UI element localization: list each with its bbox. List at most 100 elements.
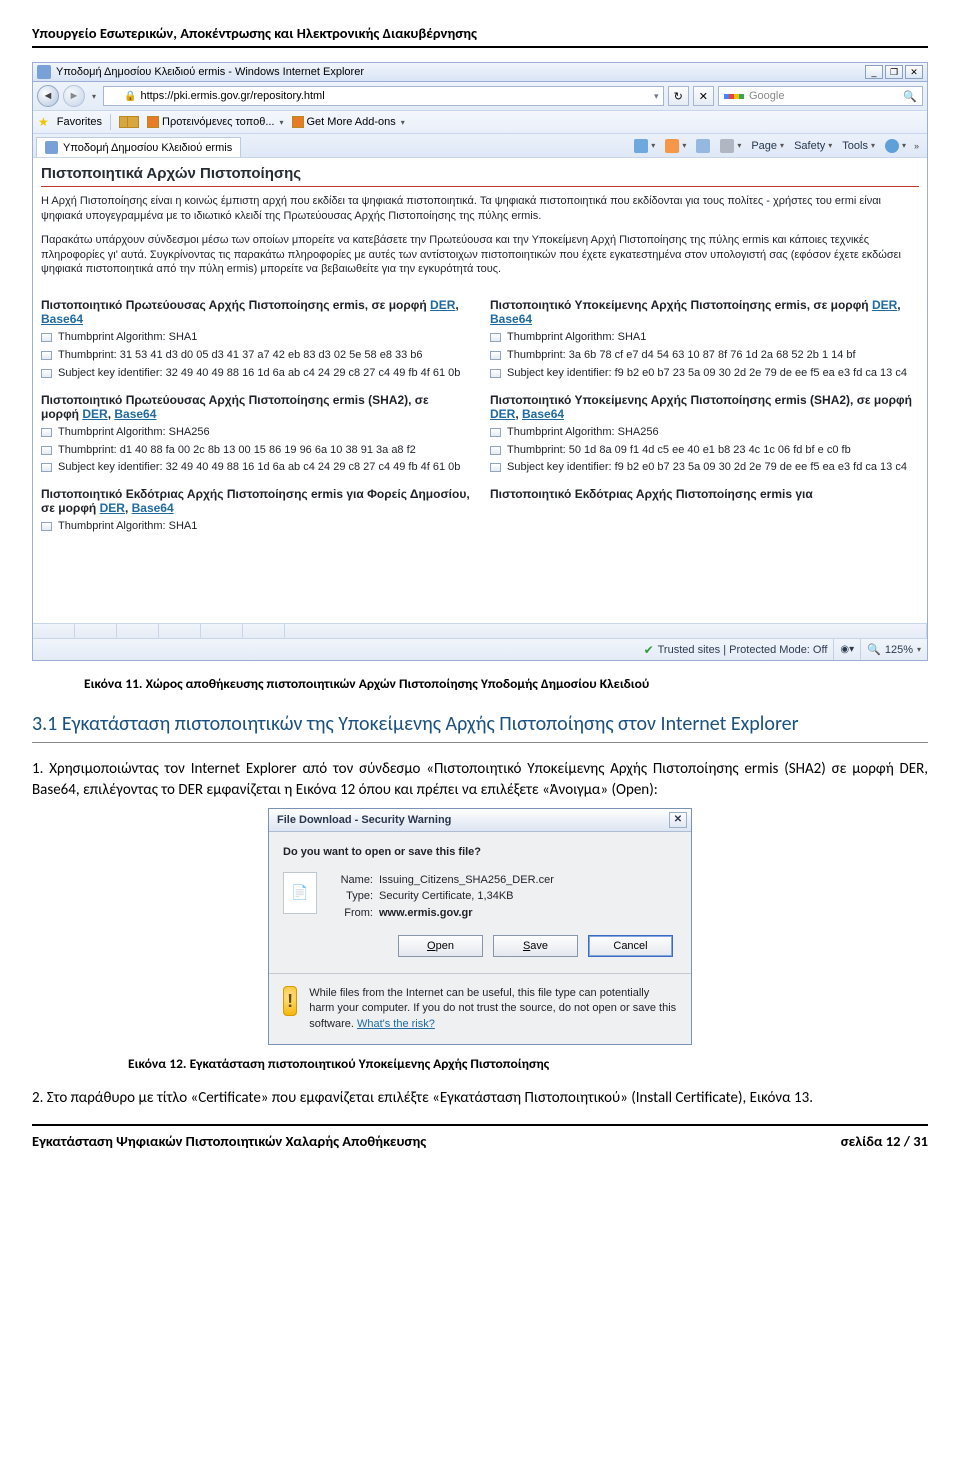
cert-detail-line: Thumbprint Algorithm: SHA1 (41, 330, 470, 345)
stop-button[interactable]: ✕ (693, 86, 714, 106)
cancel-button[interactable]: Cancel (588, 935, 673, 957)
favorites-overflow[interactable] (119, 116, 139, 128)
cert-format-link[interactable]: DER (430, 298, 455, 312)
feed-icon (665, 139, 679, 153)
body-paragraph-1: 1. Χρησιμοποιώντας τον Internet Explorer… (32, 759, 928, 802)
minimize-button[interactable]: _ (865, 65, 883, 79)
window-title: Υποδομή Δημοσίου Κλειδιού ermis - Window… (56, 66, 364, 78)
bullet-icon (490, 333, 501, 342)
print-button[interactable]: ▾ (716, 137, 745, 155)
footer-left: Εγκατάσταση Ψηφιακών Πιστοποιητικών Χαλα… (32, 1132, 426, 1150)
open-button[interactable]: Open (398, 935, 483, 957)
tab-label: Υποδομή Δημοσίου Κλειδιού ermis (63, 142, 232, 154)
command-bar: ▾ ▾ ▾ Page▾ Safety▾ Tools▾ ▾ » (630, 137, 927, 155)
cert-format-link[interactable]: DER (872, 298, 897, 312)
cert-format-link[interactable]: Base64 (132, 501, 174, 515)
nav-history-dropdown[interactable]: ▾ (89, 86, 99, 106)
bullet-icon (41, 333, 52, 342)
separator (110, 114, 111, 130)
dialog-close-button[interactable]: ✕ (669, 812, 687, 828)
search-box[interactable]: Google 🔍 (718, 86, 923, 106)
bullet-icon (41, 463, 52, 472)
encoding-button[interactable]: ◉▾ (833, 639, 854, 660)
print-icon (720, 139, 734, 153)
status-security: Trusted sites | Protected Mode: Off (658, 644, 828, 656)
google-icon (724, 94, 744, 99)
search-placeholder: Google (749, 90, 898, 102)
feeds-button[interactable]: ▾ (661, 137, 690, 155)
cert-format-link[interactable]: Base64 (490, 312, 532, 326)
dialog-question: Do you want to open or save this file? (283, 846, 677, 858)
dialog-title: File Download - Security Warning (277, 814, 451, 826)
page-content: Πιστοποιητικά Αρχών Πιστοποίησης Η Αρχή … (33, 158, 927, 623)
save-button[interactable]: Save (493, 935, 578, 957)
cert-format-link[interactable]: DER (490, 407, 515, 421)
cert-format-link[interactable]: Base64 (522, 407, 564, 421)
bullet-icon (490, 351, 501, 360)
bullet-icon (41, 446, 52, 455)
figure-caption-11: Εικόνα 11. Χώρος αποθήκευσης πιστοποιητι… (84, 675, 928, 692)
cert-detail-line: Subject key identifier: f9 b2 e0 b7 23 5… (490, 366, 919, 381)
site-icon (108, 90, 120, 102)
cert-detail-line: Thumbprint Algorithm: SHA256 (41, 425, 470, 440)
bullet-icon (41, 351, 52, 360)
home-button[interactable]: ▾ (630, 137, 659, 155)
cert-format-link[interactable]: Base64 (41, 312, 83, 326)
back-button[interactable]: ◄ (37, 85, 59, 107)
favorites-label[interactable]: Favorites (57, 116, 102, 128)
forward-button[interactable]: ► (63, 85, 85, 107)
whats-the-risk-link[interactable]: What's the risk? (357, 1018, 435, 1030)
close-button[interactable]: ✕ (905, 65, 923, 79)
safety-menu[interactable]: Safety▾ (790, 138, 836, 154)
favorites-item-suggested[interactable]: Προτεινόμενες τοποθ... ▾ (147, 116, 283, 128)
address-bar[interactable]: 🔒 https://pki.ermis.gov.gr/repository.ht… (103, 86, 664, 106)
chevron-down-icon: ▾ (279, 118, 283, 127)
shield-icon: ✔ (644, 643, 654, 657)
refresh-button[interactable]: ↻ (668, 86, 689, 106)
help-button[interactable]: ▾ (881, 137, 910, 155)
cert-block-title: Πιστοποιητικό Πρωτεύουσας Αρχής Πιστοποί… (41, 298, 470, 326)
mail-icon (696, 139, 710, 153)
favorites-star-icon[interactable]: ★ (38, 115, 49, 129)
zoom-button[interactable]: 🔍 125% ▾ (860, 639, 921, 660)
tab-active[interactable]: Υποδομή Δημοσίου Κλειδιού ermis (36, 137, 241, 157)
favorites-item-addons[interactable]: Get More Add-ons ▾ (292, 116, 405, 128)
cert-detail-line: Subject key identifier: f9 b2 e0 b7 23 5… (490, 460, 919, 475)
content-paragraph: Παρακάτω υπάρχουν σύνδεσμοι μέσω των οπο… (41, 233, 919, 278)
cert-block-title: Πιστοποιητικό Υποκείμενης Αρχής Πιστοποί… (490, 393, 919, 421)
bullet-icon (41, 522, 52, 531)
file-info: Name:Issuing_Citizens_SHA256_DER.cer Typ… (329, 872, 554, 922)
url-text: https://pki.ermis.gov.gr/repository.html (140, 90, 650, 102)
cert-detail-line: Subject key identifier: 32 49 40 49 88 1… (41, 366, 470, 381)
cert-detail-line: Thumbprint Algorithm: SHA256 (490, 425, 919, 440)
certificate-file-icon: 📄 (283, 872, 317, 914)
maximize-button[interactable]: ❐ (885, 65, 903, 79)
ie-titlebar: Υποδομή Δημοσίου Κλειδιού ermis - Window… (33, 63, 927, 82)
cert-detail-line: Thumbprint Algorithm: SHA1 (490, 330, 919, 345)
right-column: Πιστοποιητικό Υποκείμενης Αρχής Πιστοποί… (490, 286, 919, 537)
content-heading: Πιστοποιητικά Αρχών Πιστοποίησης (41, 165, 919, 187)
feed-icon (147, 116, 159, 128)
section-heading-3-1: 3.1 Εγκατάσταση πιστοποιητικών της Υποκε… (32, 712, 928, 743)
bullet-icon (490, 446, 501, 455)
tools-menu[interactable]: Tools▾ (838, 138, 879, 154)
search-go-icon[interactable]: 🔍 (903, 90, 917, 103)
content-paragraph: Η Αρχή Πιστοποίησης είναι η κοινώς έμπισ… (41, 194, 919, 224)
address-dropdown-icon[interactable]: ▾ (654, 91, 659, 102)
bullet-icon (41, 369, 52, 378)
cert-block-title: Πιστοποιητικό Υποκείμενης Αρχής Πιστοποί… (490, 298, 919, 326)
separator (269, 973, 691, 974)
dialog-titlebar: File Download - Security Warning ✕ (269, 809, 691, 832)
mail-button[interactable] (692, 137, 714, 155)
home-icon (634, 139, 648, 153)
page-menu[interactable]: Page▾ (747, 138, 788, 154)
commandbar-overflow[interactable]: » (912, 141, 921, 151)
status-bar: ✔Trusted sites | Protected Mode: Off ◉▾ … (33, 638, 927, 660)
cert-format-link[interactable]: DER (100, 501, 125, 515)
cert-format-link[interactable]: Base64 (114, 407, 156, 421)
cert-format-link[interactable]: DER (82, 407, 107, 421)
cert-block-title: Πιστοποιητικό Πρωτεύουσας Αρχής Πιστοποί… (41, 393, 470, 421)
cert-block-title: Πιστοποιητικό Εκδότριας Αρχής Πιστοποίησ… (41, 487, 470, 515)
document-header: Υπουργείο Εσωτερικών, Αποκέντρωσης και Η… (32, 24, 928, 48)
tab-favicon (45, 141, 58, 154)
